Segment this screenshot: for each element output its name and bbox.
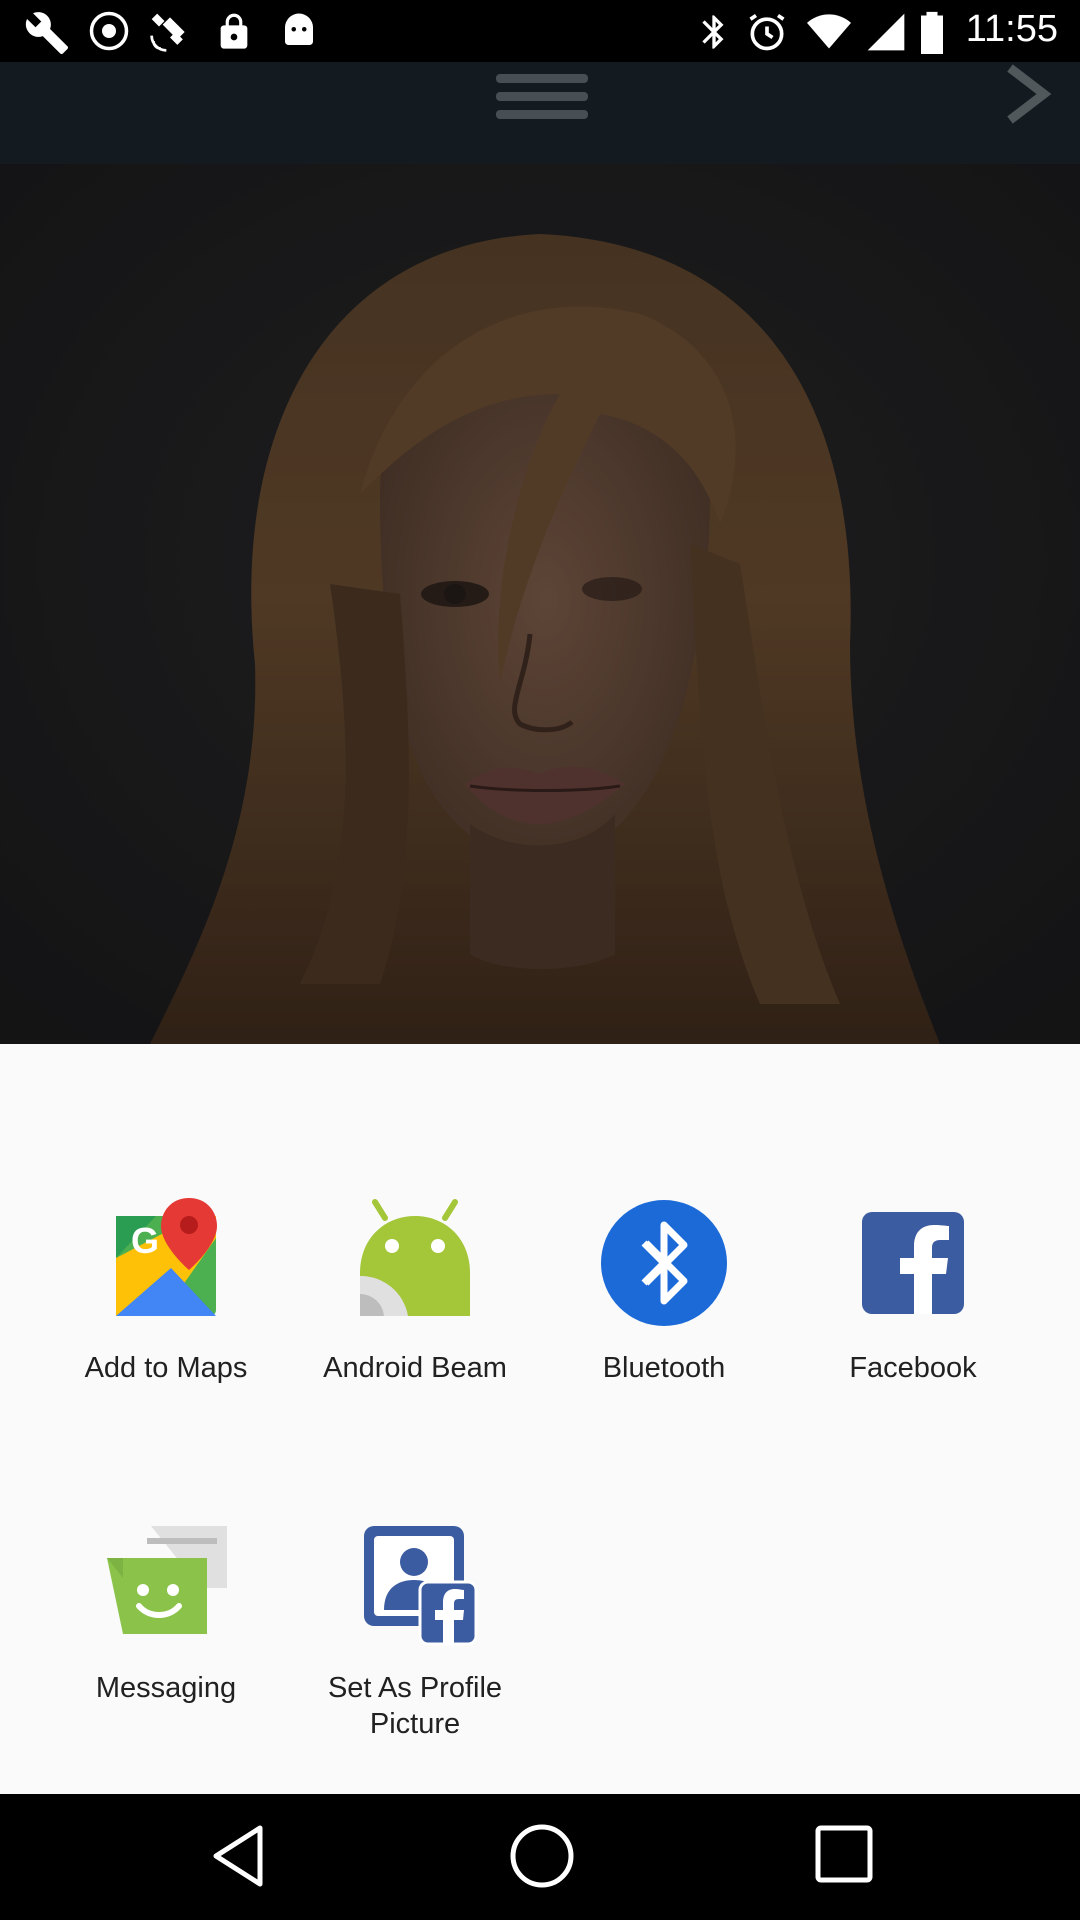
share-target-label: Bluetooth [602,1352,726,1384]
status-bar: 11:55 [0,0,1080,62]
home-icon[interactable] [508,1822,576,1890]
navigation-bar [0,1794,1080,1920]
messaging-icon [101,1518,231,1648]
share-target-facebook[interactable]: Facebook [788,1198,1038,1386]
share-sheet: G Add to Maps Android Beam Bluetooth Fac… [0,1044,1080,1794]
share-target-messaging[interactable]: Messaging [41,1518,291,1706]
wifi-icon [807,14,851,49]
share-target-android-beam[interactable]: Android Beam [290,1198,540,1386]
bluetooth-share-icon [599,1198,729,1328]
fake-gps-icon [89,11,129,51]
share-target-label: Android Beam [323,1352,507,1384]
share-target-label: Add to Maps [84,1352,248,1384]
google-maps-icon: G [101,1198,231,1328]
share-target-label: Messaging [95,1672,237,1704]
app-background [0,62,1080,1044]
battery-icon [921,11,943,54]
share-target-label: Facebook [849,1352,977,1384]
share-target-add-to-maps[interactable]: G Add to Maps [41,1198,291,1386]
clock: 11:55 [965,8,1058,50]
share-target-bluetooth[interactable]: Bluetooth [539,1198,789,1386]
share-target-label: Set As Profile Picture [327,1672,503,1740]
share-target-set-as-profile-picture[interactable]: Set As Profile Picture [290,1518,540,1742]
back-icon[interactable] [208,1822,268,1890]
app-toolbar [0,62,1080,164]
satellite-icon [150,13,185,52]
menu-icon[interactable] [492,70,592,126]
android-beam-icon [350,1198,480,1328]
android-debug-icon [285,13,313,45]
set-profile-picture-icon [350,1518,480,1648]
bluetooth-icon [702,15,724,49]
svg-text:G: G [131,1220,159,1261]
lock-icon [220,13,248,49]
facebook-icon [848,1198,978,1328]
signal-icon [867,13,905,51]
recents-icon[interactable] [812,1822,876,1886]
portrait-photo [0,164,1080,1044]
alarm-icon [749,13,785,51]
wrench-icon [25,12,69,55]
next-arrow-icon[interactable] [1000,64,1056,124]
